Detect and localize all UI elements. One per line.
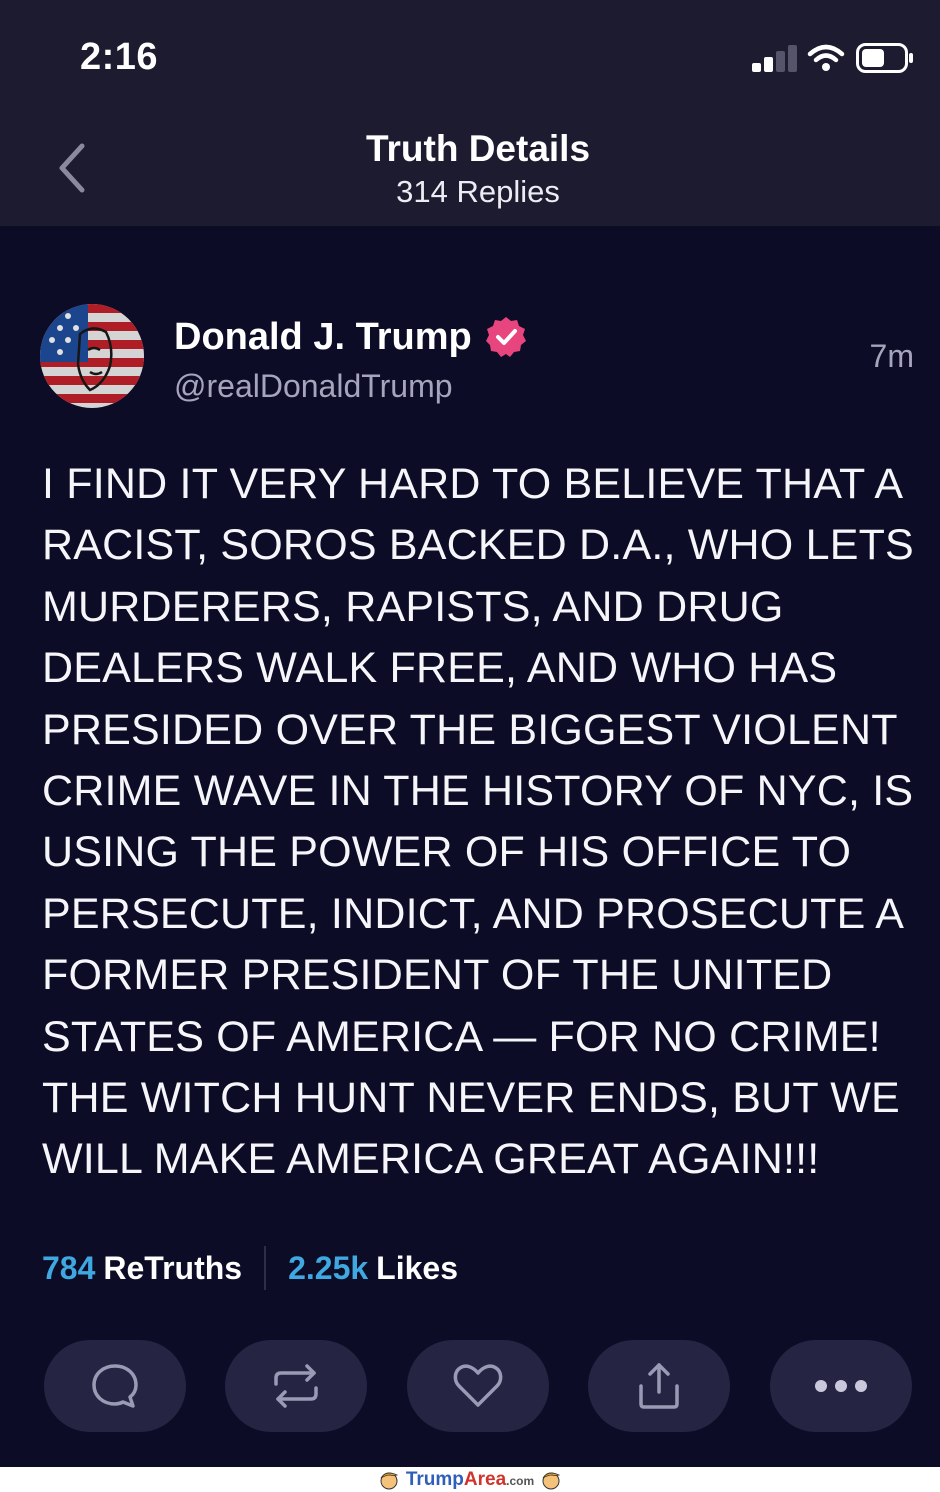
cellular-signal-icon bbox=[752, 44, 798, 72]
watermark-brand-accent: Area bbox=[463, 1468, 507, 1490]
more-options-button[interactable] bbox=[770, 1340, 912, 1432]
likes-stat[interactable]: 2.25k Likes bbox=[288, 1250, 458, 1287]
heart-icon bbox=[453, 1364, 503, 1407]
retruths-stat[interactable]: 784 ReTruths bbox=[42, 1250, 242, 1287]
comment-bubble-icon bbox=[92, 1364, 138, 1408]
nav-header: Truth Details 314 Replies bbox=[0, 110, 940, 226]
watermark-brand-suffix: .com bbox=[506, 1473, 535, 1488]
watermark-banner: TrumpArea.com bbox=[0, 1467, 940, 1492]
wifi-icon bbox=[807, 44, 845, 71]
page-title: Truth Details bbox=[365, 128, 591, 169]
share-upload-icon bbox=[639, 1363, 679, 1409]
share-button[interactable] bbox=[588, 1340, 730, 1432]
action-bar bbox=[44, 1340, 912, 1432]
retruths-count: 784 bbox=[42, 1249, 96, 1286]
battery-icon bbox=[856, 43, 913, 73]
retruths-label: ReTruths bbox=[103, 1249, 243, 1286]
status-time: 2:16 bbox=[80, 36, 159, 78]
replies-count[interactable]: 314 Replies bbox=[0, 174, 940, 210]
post-stats: 784 ReTruths 2.25k Likes bbox=[42, 1246, 458, 1290]
stats-divider bbox=[264, 1246, 267, 1290]
watermark-text[interactable]: TrumpArea.com bbox=[406, 1469, 534, 1491]
avatar[interactable] bbox=[40, 304, 144, 408]
verified-badge-icon bbox=[486, 317, 526, 357]
cartoon-face-icon bbox=[542, 1472, 561, 1489]
author-handle[interactable]: @realDonaldTrump bbox=[174, 368, 453, 405]
cartoon-face-icon bbox=[380, 1472, 399, 1489]
retruth-button[interactable] bbox=[225, 1340, 367, 1432]
likes-count: 2.25k bbox=[288, 1249, 369, 1286]
post-text: I FIND IT VERY HARD TO BELIEVE THAT A RA… bbox=[42, 460, 914, 1184]
author-name[interactable]: Donald J. Trump bbox=[174, 316, 472, 359]
like-button[interactable] bbox=[407, 1340, 549, 1432]
reply-button[interactable] bbox=[44, 1340, 186, 1432]
watermark-brand-main: Trump bbox=[405, 1468, 464, 1490]
status-bar: 2:16 bbox=[0, 0, 940, 110]
more-dots-icon bbox=[815, 1380, 867, 1392]
post-timestamp: 7m bbox=[869, 338, 914, 374]
repost-arrows-icon bbox=[274, 1364, 318, 1408]
likes-label: Likes bbox=[376, 1249, 458, 1286]
flag-face-avatar-image bbox=[40, 304, 144, 408]
